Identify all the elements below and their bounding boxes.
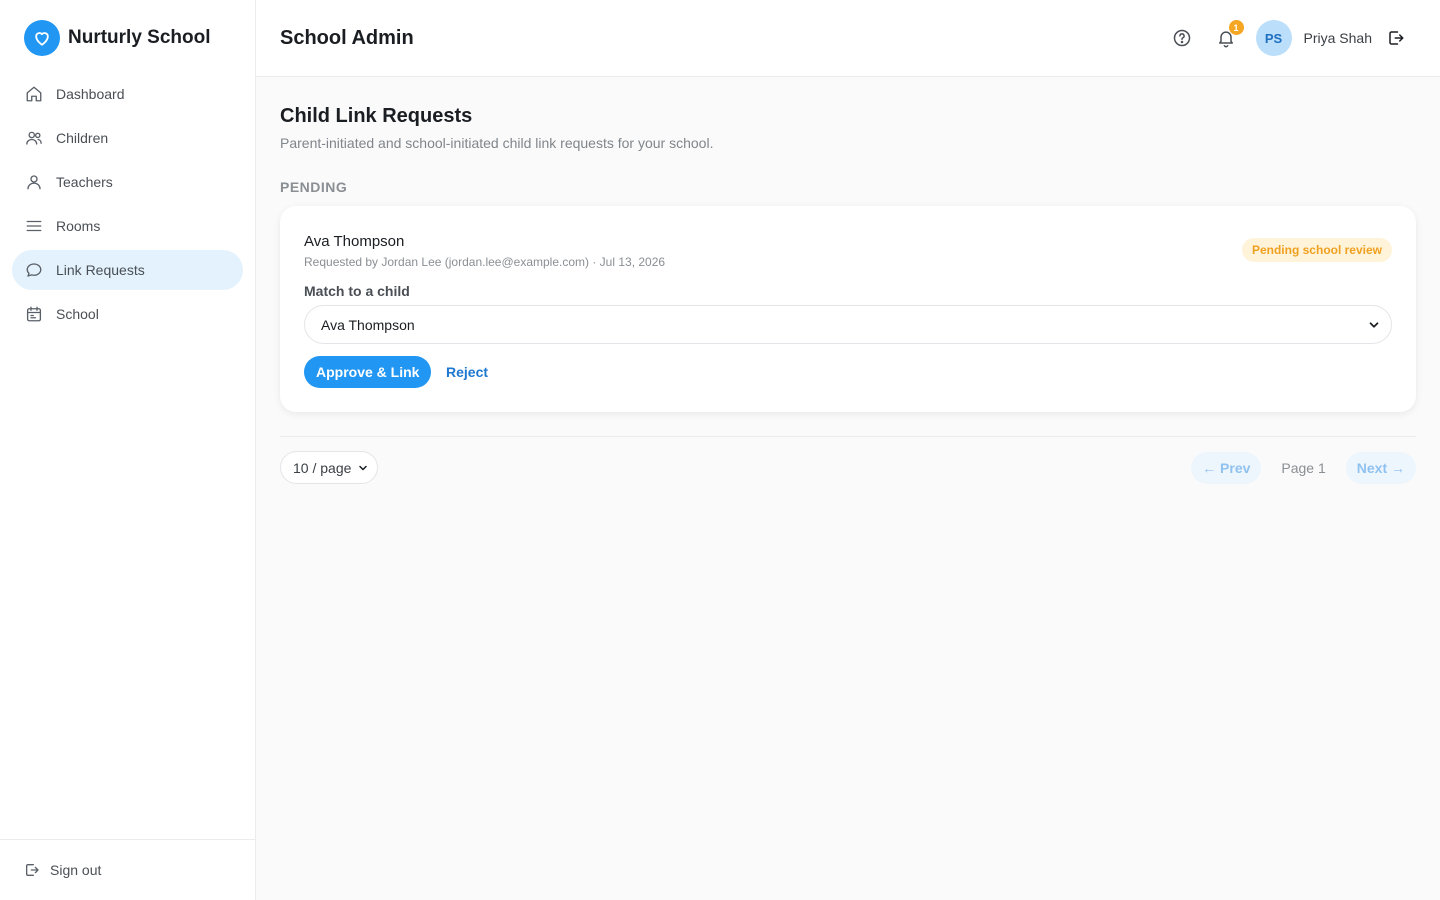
menu-icon — [24, 216, 44, 236]
calendar-icon — [24, 304, 44, 324]
request-child-name: Ava Thompson — [304, 233, 405, 250]
sidebar-item-label: Children — [56, 130, 109, 146]
heart-logo-icon — [24, 20, 60, 56]
sidebar-item-label: Link Requests — [56, 262, 145, 278]
users-icon — [24, 128, 44, 148]
logout-icon[interactable] — [1384, 26, 1408, 50]
divider — [280, 436, 1416, 437]
sign-out-button[interactable]: Sign out — [0, 839, 256, 900]
sidebar-item-children[interactable]: Children — [12, 118, 243, 158]
status-badge: Pending school review — [1241, 238, 1392, 262]
help-icon[interactable] — [1170, 26, 1194, 50]
avatar[interactable]: PS — [1255, 20, 1292, 56]
sidebar-item-label: Dashboard — [56, 86, 125, 102]
pagination: ← Prev Page 1 Next → — [1191, 451, 1416, 484]
sidebar-item-rooms[interactable]: Rooms — [12, 206, 243, 246]
page-subtitle: Parent-initiated and school-initiated ch… — [280, 135, 714, 151]
sidebar-item-label: School — [56, 306, 99, 322]
sidebar: Nurturly School Dashboard Children Teach… — [0, 0, 256, 900]
per-page-value: 10 / page — [293, 459, 352, 476]
sidebar-item-link-requests[interactable]: Link Requests — [12, 250, 243, 290]
chat-bubble-icon — [24, 260, 44, 280]
chevron-down-icon — [1367, 318, 1381, 332]
brand[interactable]: Nurturly School — [24, 20, 211, 56]
sidebar-nav: Dashboard Children Teachers Rooms Link R… — [12, 74, 243, 338]
sidebar-item-school[interactable]: School — [12, 294, 243, 334]
sidebar-item-dashboard[interactable]: Dashboard — [12, 74, 243, 114]
per-page-select[interactable]: 10 / page — [280, 451, 378, 484]
reject-button[interactable]: Reject — [446, 364, 488, 380]
sign-out-label: Sign out — [50, 862, 102, 878]
home-icon — [24, 84, 44, 104]
page-indicator: Page 1 — [1281, 459, 1326, 476]
bell-icon[interactable]: 1 — [1214, 20, 1244, 50]
chevron-down-icon — [357, 462, 369, 474]
prev-page-button[interactable]: ← Prev — [1191, 451, 1262, 484]
brand-name: Nurturly School — [68, 27, 211, 48]
link-request-card: Ava Thompson Requested by Jordan Lee (jo… — [280, 206, 1416, 412]
top-header: School Admin 1 PS Priya Shah — [256, 0, 1440, 77]
sidebar-item-label: Rooms — [56, 218, 101, 234]
page-title: Child Link Requests — [280, 105, 473, 127]
match-child-label: Match to a child — [304, 283, 410, 299]
header-actions: 1 PS Priya Shah — [1170, 20, 1408, 56]
sidebar-item-label: Teachers — [56, 174, 113, 190]
user-icon — [24, 172, 44, 192]
next-page-button[interactable]: Next → — [1345, 451, 1416, 484]
header-title: School Admin — [280, 27, 414, 49]
notification-badge: 1 — [1228, 20, 1244, 35]
section-label-pending: PENDING — [280, 179, 348, 195]
logout-icon — [24, 862, 40, 878]
match-child-select[interactable]: Ava Thompson — [304, 305, 1392, 344]
request-meta: Requested by Jordan Lee (jordan.lee@exam… — [304, 255, 666, 269]
sidebar-item-teachers[interactable]: Teachers — [12, 162, 243, 202]
approve-link-button[interactable]: Approve & Link — [304, 356, 432, 388]
user-name[interactable]: Priya Shah — [1304, 30, 1372, 46]
selected-child-value: Ava Thompson — [321, 316, 415, 333]
